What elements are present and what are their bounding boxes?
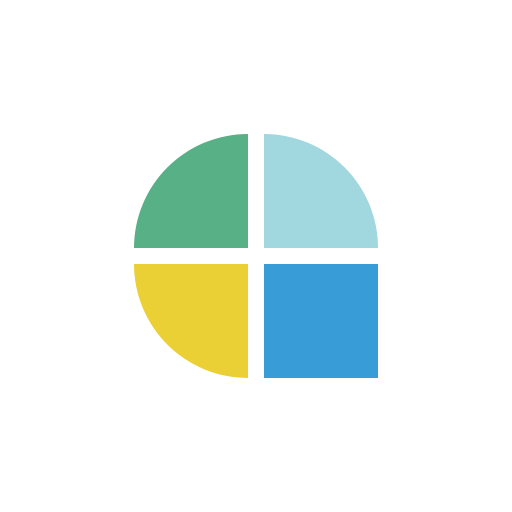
four-quadrant-logo-icon — [134, 134, 378, 378]
app-icon-canvas — [0, 0, 512, 512]
logo-quadrant-top-right — [264, 134, 378, 248]
logo-quadrant-bottom-right — [264, 264, 378, 378]
logo-quadrant-bottom-left — [134, 264, 248, 378]
logo-quadrant-top-left — [134, 134, 248, 248]
